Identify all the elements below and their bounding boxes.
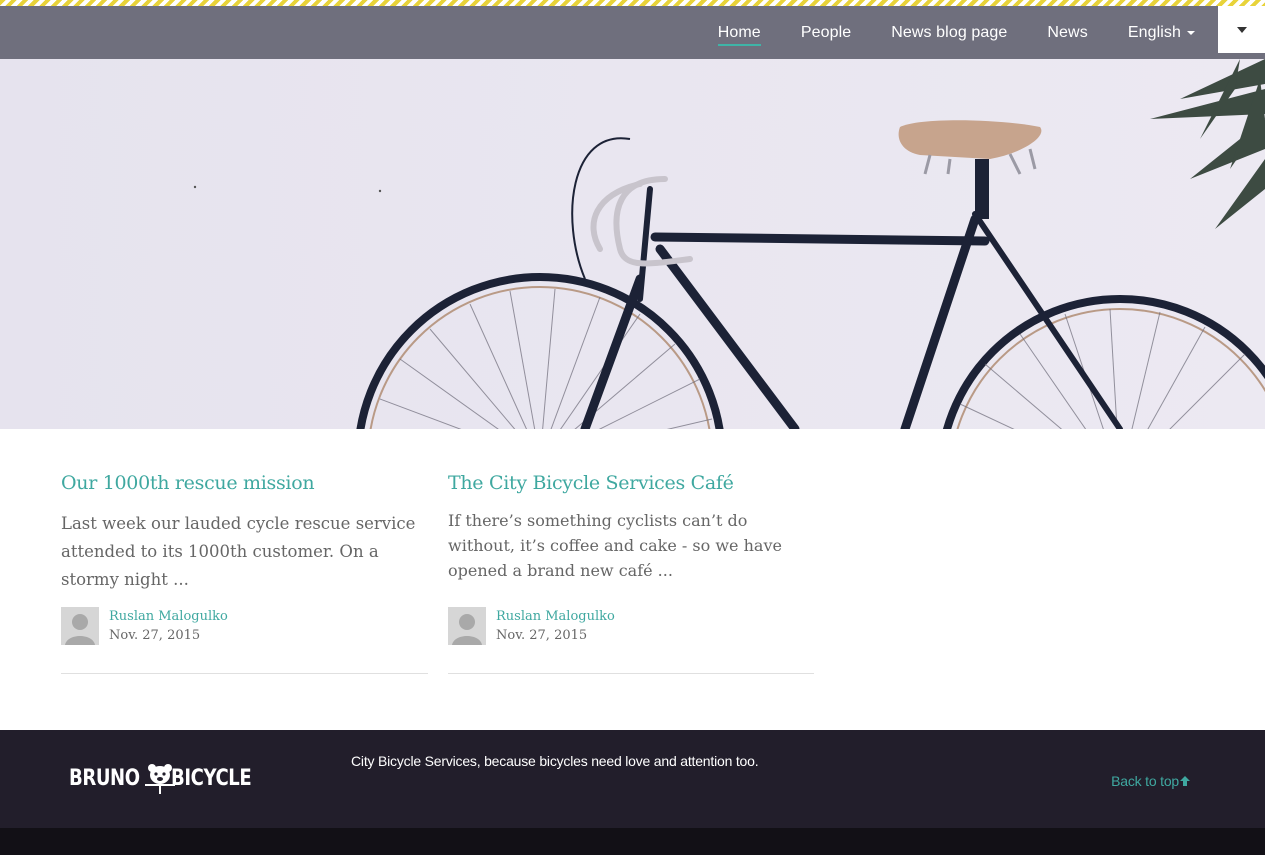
user-placeholder-icon (61, 607, 99, 645)
article-title[interactable]: The City Bicycle Services Café (448, 470, 815, 496)
footer-bottom-bar (0, 828, 1265, 855)
language-label: English (1127, 23, 1181, 41)
article-author: Ruslan Malogulko Nov. 27, 2015 (61, 607, 228, 645)
hero-image (0, 59, 1265, 429)
avatar (61, 607, 99, 645)
article-author: Ruslan Malogulko Nov. 27, 2015 (448, 607, 615, 645)
article-lead: If there’s something cyclists can’t do w… (448, 511, 782, 580)
site-logo[interactable]: BRUNO BICYCLE (69, 762, 269, 794)
main-navbar: Home People News blog page News English (0, 6, 1265, 59)
divider (448, 673, 814, 674)
logo-text-right: BICYCLE (171, 765, 252, 791)
divider (61, 673, 428, 674)
nav-item-label: News (1047, 23, 1088, 41)
caret-down-icon (1236, 26, 1247, 33)
nav-item-label: Home (717, 23, 761, 41)
toolbar-toggle-button[interactable] (1218, 6, 1265, 53)
nav-item-news-blog-page[interactable]: News blog page (891, 6, 1007, 59)
article-lead: Last week our lauded cycle rescue servic… (61, 514, 416, 589)
site-footer: BRUNO BICYCLE City Bicycle Services, bec… (0, 730, 1265, 828)
nav-item-news[interactable]: News (1047, 6, 1087, 59)
author-meta: Ruslan Malogulko Nov. 27, 2015 (109, 607, 228, 645)
author-name[interactable]: Ruslan Malogulko (496, 607, 615, 626)
user-placeholder-icon (448, 607, 486, 645)
language-dropdown[interactable]: English (1128, 6, 1195, 59)
back-to-top-link[interactable]: Back to top (1111, 773, 1191, 789)
author-name[interactable]: Ruslan Malogulko (109, 607, 228, 626)
article-card: The City Bicycle Services Café If there’… (448, 470, 815, 674)
arrow-up-icon (1180, 776, 1190, 786)
publish-date: Nov. 27, 2015 (109, 628, 201, 643)
back-to-top-label: Back to top (1111, 773, 1179, 789)
nav-item-people[interactable]: People (801, 6, 851, 59)
article-card: Our 1000th rescue mission Last week our … (61, 470, 428, 674)
avatar (448, 607, 486, 645)
logo-text-left: BRUNO (69, 765, 140, 791)
caret-down-icon (1187, 30, 1195, 35)
author-meta: Ruslan Malogulko Nov. 27, 2015 (496, 607, 615, 645)
footer-tagline: City Bicycle Services, because bicycles … (351, 753, 759, 769)
bicycle-illustration (0, 59, 1265, 429)
nav-item-label: People (800, 23, 852, 41)
nav-item-home[interactable]: Home (717, 6, 761, 59)
nav-item-label: News blog page (891, 23, 1008, 41)
publish-date: Nov. 27, 2015 (496, 628, 588, 643)
article-title[interactable]: Our 1000th rescue mission (61, 470, 428, 496)
nav-menu: Home People News blog page News English (678, 6, 1195, 59)
